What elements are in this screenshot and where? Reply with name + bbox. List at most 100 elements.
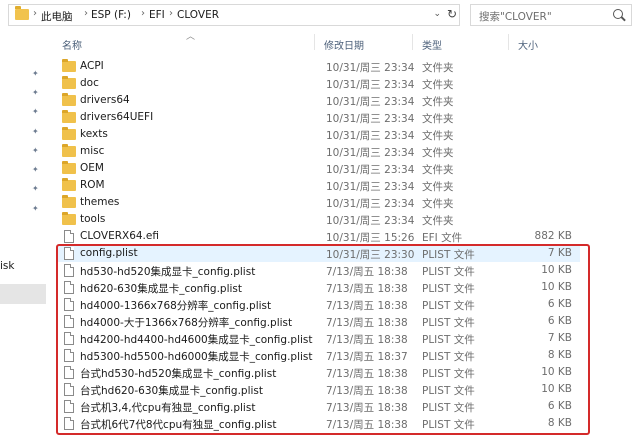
nav-item-selected[interactable]: [0, 284, 46, 304]
pin-icon[interactable]: ✦: [32, 128, 40, 136]
file-date: 10/31/周三 23:34: [326, 147, 415, 159]
file-row[interactable]: 台式机3,4,代cpu有独显_config.plist 7/13/周五 18:38…: [58, 398, 580, 415]
column-divider[interactable]: [314, 34, 315, 50]
chevron-down-icon[interactable]: ⌄: [433, 9, 441, 19]
file-row[interactable]: kexts 10/31/周三 23:34 文件夹: [58, 126, 580, 143]
file-date: 10/31/周三 23:34: [326, 113, 415, 125]
file-type: PLIST 文件: [422, 368, 475, 380]
pin-icon[interactable]: ✦: [32, 70, 40, 78]
file-type: 文件夹: [422, 164, 454, 176]
file-type: PLIST 文件: [422, 351, 475, 363]
breadcrumb-efi[interactable]: EFI: [149, 9, 165, 21]
file-name: kexts: [80, 128, 108, 140]
file-type: PLIST 文件: [422, 334, 475, 346]
pin-icon[interactable]: ✦: [32, 166, 40, 174]
file-row[interactable]: CLOVERX64.efi 10/31/周三 15:26 EFI 文件 882 KB: [58, 228, 580, 245]
file-name: hd530-hd520集成显卡_config.plist: [80, 266, 256, 278]
navigation-pane: ✦ ✦ ✦ ✦ ✦ ✦ ✦ ✦ isk: [0, 32, 46, 437]
file-row[interactable]: hd5300-hd5500-hd6000集成显卡_config.plist 7/1…: [58, 347, 580, 364]
file-type: 文件夹: [422, 215, 454, 227]
file-date: 10/31/周三 23:34: [326, 164, 415, 176]
file-date: 7/13/周五 18:38: [326, 385, 408, 397]
file-name: misc: [80, 145, 105, 157]
file-name: drivers64UEFI: [80, 111, 154, 123]
column-header: 名称 ︿ 修改日期 类型 大小: [46, 32, 640, 52]
column-divider[interactable]: [412, 34, 413, 50]
search-input[interactable]: 搜索"CLOVER": [470, 4, 632, 26]
file-name: 台式机6代7代8代cpu有独显_config.plist: [80, 419, 277, 431]
file-icon: [64, 298, 74, 311]
file-name: ROM: [80, 179, 105, 191]
file-size: 882 KB: [534, 230, 572, 242]
file-row[interactable]: ROM 10/31/周三 23:34 文件夹: [58, 177, 580, 194]
file-icon: [64, 349, 74, 362]
file-type: PLIST 文件: [422, 385, 475, 397]
folder-icon: [62, 178, 76, 191]
file-row[interactable]: hd4000-大于1366x768分辨率_config.plist 7/13/周五…: [58, 313, 580, 330]
file-name: ACPI: [80, 60, 104, 72]
pin-icon[interactable]: ✦: [32, 108, 40, 116]
file-size: 6 KB: [547, 298, 572, 310]
file-row[interactable]: OEM 10/31/周三 23:34 文件夹: [58, 160, 580, 177]
file-row[interactable]: tools 10/31/周三 23:34 文件夹: [58, 211, 580, 228]
folder-icon: [62, 144, 76, 157]
file-row[interactable]: hd530-hd520集成显卡_config.plist 7/13/周五 18:3…: [58, 262, 580, 279]
file-icon: [64, 247, 74, 260]
file-row[interactable]: drivers64 10/31/周三 23:34 文件夹: [58, 92, 580, 109]
file-date: 7/13/周五 18:37: [326, 351, 408, 363]
column-size[interactable]: 大小: [518, 37, 538, 52]
file-row[interactable]: doc 10/31/周三 23:34 文件夹: [58, 75, 580, 92]
breadcrumb-clover[interactable]: CLOVER: [177, 9, 219, 21]
file-row[interactable]: drivers64UEFI 10/31/周三 23:34 文件夹: [58, 109, 580, 126]
chevron-right-icon: ›: [84, 8, 88, 19]
file-name: themes: [80, 196, 120, 208]
file-type: PLIST 文件: [422, 249, 475, 261]
folder-icon: [62, 93, 76, 106]
file-name: OEM: [80, 162, 104, 174]
file-name: hd4000-大于1366x768分辨率_config.plist: [80, 317, 293, 329]
file-type: PLIST 文件: [422, 300, 475, 312]
pin-icon[interactable]: ✦: [32, 205, 40, 213]
nav-item-disk[interactable]: isk: [0, 260, 14, 272]
file-type: 文件夹: [422, 62, 454, 74]
file-row[interactable]: 台式hd620-630集成显卡_config.plist 7/13/周五 18:3…: [58, 381, 580, 398]
column-type[interactable]: 类型: [422, 37, 442, 52]
pin-icon[interactable]: ✦: [32, 147, 40, 155]
search-placeholder: 搜索"CLOVER": [479, 11, 552, 23]
address-bar: › 此电脑 › ESP (F:) › EFI › CLOVER ⌄ ↻ 搜索"C…: [0, 0, 640, 32]
file-row[interactable]: themes 10/31/周三 23:34 文件夹: [58, 194, 580, 211]
refresh-icon[interactable]: ↻: [447, 7, 457, 21]
column-divider[interactable]: [508, 34, 509, 50]
pin-icon[interactable]: ✦: [32, 185, 40, 193]
file-row[interactable]: config.plist 10/31/周三 23:30 PLIST 文件 7 KB: [58, 245, 580, 262]
file-name: 台式hd530-hd520集成显卡_config.plist: [80, 368, 277, 380]
breadcrumb-this-pc[interactable]: 此电脑: [41, 9, 73, 24]
file-row[interactable]: 台式机6代7代8代cpu有独显_config.plist 7/13/周五 18:3…: [58, 415, 580, 432]
file-row[interactable]: hd620-630集成显卡_config.plist 7/13/周五 18:38 P…: [58, 279, 580, 296]
file-icon: [64, 281, 74, 294]
file-size: 8 KB: [547, 349, 572, 361]
file-date: 10/31/周三 23:34: [326, 96, 415, 108]
file-date: 10/31/周三 23:34: [326, 198, 415, 210]
file-type: PLIST 文件: [422, 283, 475, 295]
file-date: 10/31/周三 23:34: [326, 181, 415, 193]
file-name: hd4200-hd4400-hd4600集成显卡_config.plist: [80, 334, 313, 346]
column-modified[interactable]: 修改日期: [324, 37, 364, 52]
file-date: 7/13/周五 18:38: [326, 419, 408, 431]
sort-up-icon: ︿: [186, 32, 196, 42]
file-row[interactable]: misc 10/31/周三 23:34 文件夹: [58, 143, 580, 160]
pin-icon[interactable]: ✦: [32, 89, 40, 97]
search-icon[interactable]: [613, 9, 623, 19]
column-name[interactable]: 名称: [62, 37, 82, 52]
file-row[interactable]: ACPI 10/31/周三 23:34 文件夹: [58, 58, 580, 75]
file-row[interactable]: 台式hd530-hd520集成显卡_config.plist 7/13/周五 18…: [58, 364, 580, 381]
file-row[interactable]: hd4000-1366x768分辨率_config.plist 7/13/周五 1…: [58, 296, 580, 313]
address-input[interactable]: › 此电脑 › ESP (F:) › EFI › CLOVER ⌄ ↻: [8, 4, 460, 26]
file-icon: [64, 230, 74, 243]
file-name: hd4000-1366x768分辨率_config.plist: [80, 300, 272, 312]
breadcrumb-esp-drive[interactable]: ESP (F:): [91, 9, 131, 21]
file-type: EFI 文件: [422, 232, 463, 244]
file-type: PLIST 文件: [422, 317, 475, 329]
file-type: 文件夹: [422, 181, 454, 193]
file-row[interactable]: hd4200-hd4400-hd4600集成显卡_config.plist 7/1…: [58, 330, 580, 347]
